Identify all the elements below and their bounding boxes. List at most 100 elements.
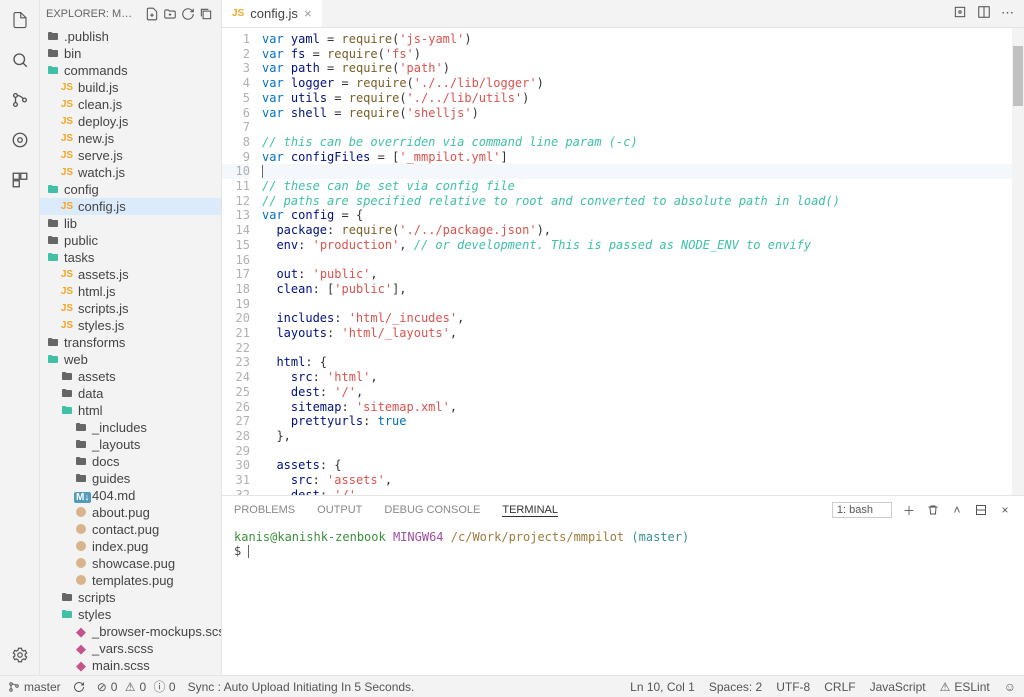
- tree-item[interactable]: guides: [40, 470, 221, 487]
- tree-item-label: _includes: [92, 420, 147, 435]
- tree-item[interactable]: styles: [40, 606, 221, 623]
- tree-item[interactable]: JSserve.js: [40, 147, 221, 164]
- tree-item-label: styles.js: [78, 318, 124, 333]
- tree-item[interactable]: ◆main.scss: [40, 657, 221, 674]
- maximize-panel-icon[interactable]: [974, 503, 988, 517]
- source-control-icon[interactable]: [0, 80, 40, 120]
- term-cursor: [248, 545, 249, 558]
- tree-item[interactable]: tasks: [40, 249, 221, 266]
- status-bar: master ⊘ 0 ⚠ 0 ⓘ 0 Sync : Auto Upload In…: [0, 675, 1024, 697]
- split-editor-icon[interactable]: [977, 5, 991, 22]
- search-icon[interactable]: [0, 40, 40, 80]
- tree-item[interactable]: transforms: [40, 334, 221, 351]
- scrollbar-thumb[interactable]: [1013, 46, 1023, 106]
- tree-item[interactable]: .publish: [40, 28, 221, 45]
- tree-item[interactable]: JSdeploy.js: [40, 113, 221, 130]
- settings-gear-icon[interactable]: [0, 635, 40, 675]
- code-editor[interactable]: 1234567891011121314151617181920212223242…: [222, 28, 1024, 495]
- tree-item[interactable]: JSwatch.js: [40, 164, 221, 181]
- tree-item[interactable]: JSassets.js: [40, 266, 221, 283]
- tree-item-label: transforms: [64, 335, 125, 350]
- code-content[interactable]: var yaml = require('js-yaml')var fs = re…: [262, 28, 1024, 495]
- tree-item[interactable]: data: [40, 385, 221, 402]
- tree-item[interactable]: JSstyles.js: [40, 317, 221, 334]
- tree-item[interactable]: lib: [40, 215, 221, 232]
- status-sync-msg: Sync : Auto Upload Initiating In 5 Secon…: [188, 680, 415, 694]
- line-gutter: 1234567891011121314151617181920212223242…: [222, 28, 262, 495]
- tree-item-label: new.js: [78, 131, 114, 146]
- more-actions-icon[interactable]: ⋯: [1001, 5, 1014, 22]
- tree-item[interactable]: ◆_browser-mockups.scss: [40, 623, 221, 640]
- tree-item[interactable]: public: [40, 232, 221, 249]
- terminal-select[interactable]: 1: bash: [832, 502, 892, 518]
- tree-item[interactable]: JSnew.js: [40, 130, 221, 147]
- tree-item-label: lib: [64, 216, 77, 231]
- panel-tab-debug[interactable]: DEBUG CONSOLE: [384, 504, 480, 516]
- new-file-icon[interactable]: [143, 5, 161, 23]
- tab-config-js[interactable]: JS config.js ×: [222, 0, 322, 27]
- scrollbar-track[interactable]: [1012, 28, 1024, 495]
- new-terminal-icon[interactable]: ＋: [902, 503, 916, 517]
- tree-item[interactable]: JSclean.js: [40, 96, 221, 113]
- tree-item[interactable]: about.pug: [40, 504, 221, 521]
- tree-item-label: config: [64, 182, 99, 197]
- tree-item[interactable]: assets: [40, 368, 221, 385]
- tree-item[interactable]: html: [40, 402, 221, 419]
- tree-item-label: clean.js: [78, 97, 122, 112]
- terminal[interactable]: kanis@kanishk-zenbook MINGW64 /c/Work/pr…: [222, 524, 1024, 675]
- status-sync[interactable]: [73, 681, 85, 693]
- close-panel-icon[interactable]: ×: [998, 503, 1012, 517]
- status-lang[interactable]: JavaScript: [870, 680, 926, 694]
- tree-item[interactable]: showcase.pug: [40, 555, 221, 572]
- status-problems[interactable]: ⊘ 0 ⚠ 0 ⓘ 0: [97, 678, 176, 695]
- tree-item-label: web: [64, 352, 88, 367]
- explorer-icon[interactable]: [0, 0, 40, 40]
- tree-item-label: serve.js: [78, 148, 123, 163]
- tree-item[interactable]: JSbuild.js: [40, 79, 221, 96]
- tree-item-label: assets.js: [78, 267, 129, 282]
- tree-item[interactable]: web: [40, 351, 221, 368]
- panel-tab-output[interactable]: OUTPUT: [317, 504, 362, 516]
- panel-tab-problems[interactable]: PROBLEMS: [234, 504, 295, 516]
- tree-item[interactable]: config: [40, 181, 221, 198]
- tree-item[interactable]: bin: [40, 45, 221, 62]
- refresh-icon[interactable]: [179, 5, 197, 23]
- kill-terminal-icon[interactable]: [926, 503, 940, 517]
- status-eslint[interactable]: ⚠ ESLint: [940, 680, 990, 694]
- debug-icon[interactable]: [0, 120, 40, 160]
- tree-item-label: html: [78, 403, 103, 418]
- tree-item-label: 404.md: [92, 488, 135, 503]
- status-encoding[interactable]: UTF-8: [776, 680, 810, 694]
- tree-item[interactable]: contact.pug: [40, 521, 221, 538]
- status-branch[interactable]: master: [8, 680, 61, 694]
- tree-item[interactable]: M↓404.md: [40, 487, 221, 504]
- tree-item-label: html.js: [78, 284, 116, 299]
- tree-item[interactable]: index.pug: [40, 538, 221, 555]
- tree-item-label: guides: [92, 471, 130, 486]
- term-user: kanis@kanishk-zenbook: [234, 530, 386, 544]
- editor-action-icon[interactable]: [953, 5, 967, 22]
- editor-area: JS config.js × ⋯ 12345678910111213141516…: [222, 0, 1024, 675]
- status-indent[interactable]: Spaces: 2: [709, 680, 762, 694]
- tree-item[interactable]: JSscripts.js: [40, 300, 221, 317]
- extensions-icon[interactable]: [0, 160, 40, 200]
- new-folder-icon[interactable]: [161, 5, 179, 23]
- tree-item[interactable]: scripts: [40, 589, 221, 606]
- tree-item[interactable]: JShtml.js: [40, 283, 221, 300]
- tree-item[interactable]: templates.pug: [40, 572, 221, 589]
- panel-up-icon[interactable]: ˄: [950, 503, 964, 517]
- close-tab-icon[interactable]: ×: [304, 6, 312, 21]
- tree-item[interactable]: commands: [40, 62, 221, 79]
- tree-item[interactable]: ◆_vars.scss: [40, 640, 221, 657]
- status-feedback-icon[interactable]: ☺: [1004, 680, 1016, 694]
- tree-item[interactable]: _layouts: [40, 436, 221, 453]
- tree-item[interactable]: _includes: [40, 419, 221, 436]
- status-eol[interactable]: CRLF: [824, 680, 855, 694]
- panel-tab-terminal[interactable]: TERMINAL: [502, 504, 558, 517]
- collapse-all-icon[interactable]: [197, 5, 215, 23]
- tree-item-label: _vars.scss: [92, 641, 153, 656]
- tree-item[interactable]: docs: [40, 453, 221, 470]
- status-cursor-pos[interactable]: Ln 10, Col 1: [630, 680, 695, 694]
- tree-item-label: config.js: [78, 199, 126, 214]
- tree-item[interactable]: JSconfig.js: [40, 198, 221, 215]
